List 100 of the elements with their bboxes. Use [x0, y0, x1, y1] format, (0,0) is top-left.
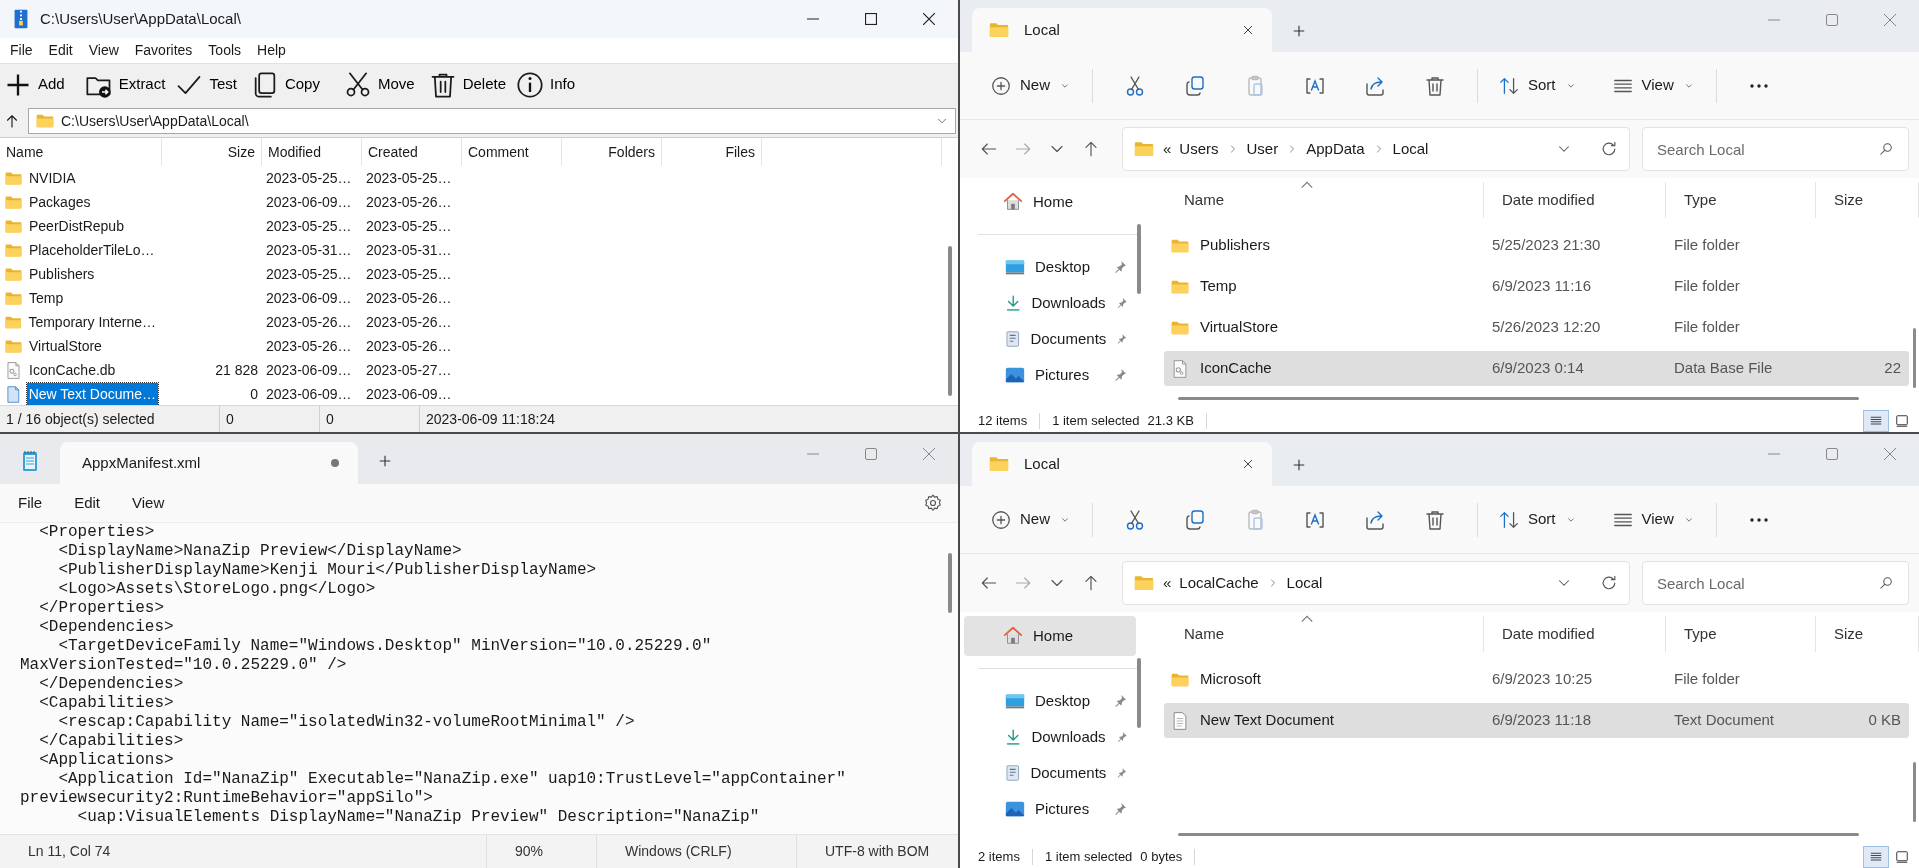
file-name[interactable]: IconCache.db: [27, 358, 118, 382]
toolbar-button[interactable]: Move: [339, 65, 421, 104]
path-combo-box[interactable]: C:\Users\User\AppData\Local\: [28, 108, 956, 134]
file-name[interactable]: New Text Docume…: [26, 382, 158, 406]
plus-icon: [990, 74, 1012, 97]
toolbar-button[interactable]: Add: [0, 65, 71, 104]
menu-item[interactable]: View: [80, 40, 127, 61]
column-header[interactable]: Folders: [562, 138, 662, 166]
breadcrumb-item[interactable]: LocalCache: [1179, 571, 1259, 595]
menu-item[interactable]: File: [2, 40, 41, 61]
nav-item[interactable]: Documents: [964, 321, 1136, 357]
tab[interactable]: Local: [972, 8, 1272, 52]
breadcrumb-item[interactable]: Local: [1392, 137, 1429, 161]
breadcrumb-item[interactable]: Local: [1286, 571, 1323, 595]
horizontal-scrollbar[interactable]: [1178, 397, 1859, 400]
nav-item[interactable]: Desktop: [964, 683, 1136, 719]
column-header[interactable]: Type: [1666, 616, 1816, 652]
toolbar-button[interactable]: Sort: [1490, 65, 1586, 106]
overflow-marker[interactable]: «: [1163, 571, 1172, 595]
column-header[interactable]: Size: [162, 138, 262, 166]
nav-item[interactable]: Pictures: [964, 791, 1136, 827]
search-field[interactable]: Search Local: [1642, 561, 1909, 605]
toolbar-button[interactable]: View: [1603, 65, 1704, 106]
column-header[interactable]: Size: [1816, 182, 1919, 218]
breadcrumb-item[interactable]: AppData: [1306, 137, 1365, 161]
file-row[interactable]: Temp 6/9/2023 11:16 File folder: [1164, 269, 1909, 304]
column-header[interactable]: Date modified: [1484, 616, 1666, 652]
nav-item[interactable]: Pictures: [964, 357, 1136, 393]
toolbar-button[interactable]: New: [982, 65, 1080, 106]
scrollbar-thumb[interactable]: [1137, 658, 1141, 728]
menu-item[interactable]: Edit: [58, 491, 117, 515]
menu-item[interactable]: Favorites: [126, 40, 201, 61]
column-header[interactable]: Modified: [262, 138, 362, 166]
file-name[interactable]: Publishers: [27, 262, 97, 286]
file-name[interactable]: Temporary Interne…: [26, 310, 158, 334]
scrollbar-thumb[interactable]: [1913, 762, 1916, 822]
table-cell-text: 2023-06-09…: [365, 384, 453, 404]
file-name[interactable]: NVIDIA: [27, 166, 78, 190]
file-name[interactable]: Temp: [27, 286, 66, 310]
nav-item[interactable]: Downloads: [964, 719, 1136, 755]
search-field[interactable]: Search Local: [1642, 127, 1909, 171]
toolbar-button[interactable]: Delete: [424, 65, 512, 104]
address-bar[interactable]: « Users User AppData Local: [1122, 127, 1630, 171]
nav-item[interactable]: Home: [964, 616, 1136, 656]
column-header[interactable]: Name: [1164, 616, 1484, 652]
breadcrumb-item[interactable]: Users: [1179, 137, 1219, 161]
nav-item[interactable]: Documents: [964, 755, 1136, 791]
tab[interactable]: AppxManifest.xml: [60, 442, 358, 484]
scrollbar-thumb[interactable]: [1137, 224, 1141, 294]
scrollbar-thumb[interactable]: [1913, 328, 1916, 388]
toolbar-button[interactable]: Test: [171, 65, 243, 104]
column-header[interactable]: Size: [1816, 616, 1919, 652]
nav-item[interactable]: Desktop: [964, 249, 1136, 285]
menu-item[interactable]: Edit: [40, 40, 81, 61]
sort-caret-icon: [1300, 614, 1314, 624]
menu-item[interactable]: Tools: [200, 40, 250, 61]
toolbar-button[interactable]: View: [1603, 499, 1704, 540]
column-header[interactable]: Date modified: [1484, 182, 1666, 218]
column-header[interactable]: Name: [0, 138, 162, 166]
column-header[interactable]: Files: [662, 138, 762, 166]
file-name[interactable]: PlaceholderTileLo…: [27, 238, 157, 262]
scrollbar-thumb[interactable]: [948, 553, 952, 613]
nav-item[interactable]: Home: [964, 182, 1136, 222]
close-icon: [923, 13, 935, 25]
overflow-marker[interactable]: «: [1163, 137, 1172, 161]
table-cell-text: File folder: [1673, 235, 1741, 256]
plus-icon: [990, 508, 1012, 531]
breadcrumb-item[interactable]: User: [1246, 137, 1279, 161]
horizontal-scrollbar[interactable]: [1178, 833, 1859, 836]
column-header[interactable]: Created: [362, 138, 462, 166]
file-row[interactable]: Microsoft 6/9/2023 10:25 File folder: [1164, 662, 1909, 697]
scrollbar-thumb[interactable]: [948, 246, 952, 396]
file-row[interactable]: New Text Document 6/9/2023 11:18 Text Document 0 KB: [1164, 703, 1909, 738]
file-row[interactable]: VirtualStore 5/26/2023 12:20 File folder: [1164, 310, 1909, 345]
file-name[interactable]: PeerDistRepub: [27, 214, 126, 238]
file-name: Publishers: [1200, 235, 1271, 256]
file-name: IconCache: [1200, 358, 1272, 379]
table-cell-text: 2023-05-26…: [365, 288, 453, 308]
file-row[interactable]: Publishers 5/25/2023 21:30 File folder: [1164, 228, 1909, 263]
details-view-button[interactable]: [1863, 410, 1889, 432]
tab[interactable]: Local: [972, 442, 1272, 486]
toolbar-button[interactable]: Extract: [80, 65, 172, 104]
column-header[interactable]: Name: [1164, 182, 1484, 218]
address-bar[interactable]: « LocalCache Local: [1122, 561, 1630, 605]
toolbar-button[interactable]: New: [982, 499, 1080, 540]
column-header[interactable]: Type: [1666, 182, 1816, 218]
file-name: VirtualStore: [1200, 317, 1279, 338]
column-header[interactable]: Comment: [462, 138, 562, 166]
toolbar-button[interactable]: Sort: [1490, 499, 1586, 540]
details-view-button[interactable]: [1863, 846, 1889, 868]
menu-item[interactable]: View: [116, 491, 181, 515]
file-name[interactable]: Packages: [27, 190, 93, 214]
menu-item[interactable]: File: [2, 491, 59, 515]
toolbar-button[interactable]: Info: [512, 65, 581, 104]
file-name[interactable]: VirtualStore: [27, 334, 104, 358]
file-icon: [4, 360, 23, 380]
file-row[interactable]: IconCache 6/9/2023 0:14 Data Base File 22: [1164, 351, 1909, 386]
toolbar-button[interactable]: Copy: [246, 65, 326, 104]
menu-item[interactable]: Help: [249, 40, 294, 61]
nav-item[interactable]: Downloads: [964, 285, 1136, 321]
